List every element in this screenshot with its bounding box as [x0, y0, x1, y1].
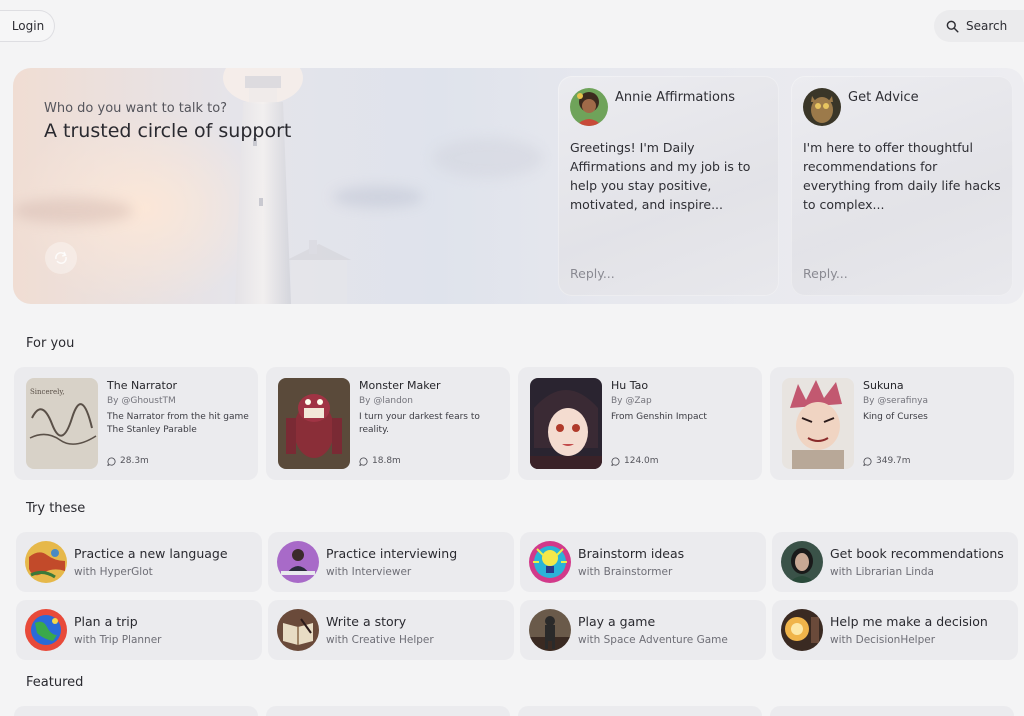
reply-input[interactable]: Reply... — [570, 266, 615, 281]
character-description: King of Curses — [863, 412, 928, 422]
tile-subtitle: with Librarian Linda — [830, 566, 934, 578]
tile-title: Brainstorm ideas — [578, 546, 685, 561]
character-card-hu-tao[interactable]: Hu Tao By @Zap From Genshin Impact 124.0… — [518, 367, 762, 480]
svg-text:Sincerely,: Sincerely, — [30, 388, 65, 396]
featured-card[interactable] — [770, 706, 1014, 716]
lightbulb-icon — [529, 541, 571, 583]
character-image — [278, 378, 350, 469]
character-name: The Narrator — [107, 379, 178, 392]
search-icon — [946, 20, 959, 33]
book-icon — [277, 609, 319, 651]
chat-name: Annie Affirmations — [615, 90, 735, 105]
search-button[interactable]: Search — [934, 10, 1024, 42]
search-label: Search — [966, 19, 1008, 33]
chat-card-get-advice[interactable]: Get Advice I'm here to offer thoughtful … — [791, 76, 1013, 296]
cloud-decoration — [433, 138, 543, 178]
chat-bubble-icon — [107, 457, 116, 466]
astronaut-icon — [529, 609, 571, 651]
earth-icon — [25, 609, 67, 651]
librarian-icon — [781, 541, 823, 583]
refresh-icon — [55, 251, 67, 264]
login-button[interactable]: Login — [0, 10, 55, 42]
character-card-sukuna[interactable]: Sukuna By @serafinya King of Curses 349.… — [770, 367, 1014, 480]
character-name: Sukuna — [863, 379, 904, 392]
character-image — [530, 378, 602, 469]
character-author: By @serafinya — [863, 396, 929, 406]
chat-count: 28.3m — [107, 456, 149, 466]
lighthouse-image — [223, 68, 351, 304]
try-tile-write-story[interactable]: Write a story with Creative Helper — [268, 600, 514, 660]
try-tile-practice-interviewing[interactable]: Practice interviewing with Interviewer — [268, 532, 514, 592]
featured-card[interactable] — [266, 706, 510, 716]
chat-count-value: 28.3m — [120, 456, 149, 466]
character-name: Hu Tao — [611, 379, 649, 392]
character-description: The Narrator from the hit game The Stanl… — [107, 412, 249, 435]
chat-count: 349.7m — [863, 456, 911, 466]
tile-title: Practice a new language — [74, 546, 228, 561]
tile-subtitle: with DecisionHelper — [830, 634, 936, 646]
try-tile-plan-trip[interactable]: Plan a trip with Trip Planner — [16, 600, 262, 660]
hero-banner: Who do you want to talk to? A trusted ci… — [13, 68, 1024, 304]
tile-title: Practice interviewing — [326, 546, 458, 561]
character-card-monster-maker[interactable]: Monster Maker By @landon I turn your dar… — [266, 367, 510, 480]
tile-title: Plan a trip — [74, 614, 138, 629]
chat-count-value: 349.7m — [876, 456, 911, 466]
try-tile-practice-language[interactable]: Practice a new language with HyperGlot — [16, 532, 262, 592]
tile-subtitle: with Creative Helper — [326, 634, 434, 646]
character-description: I turn your darkest fears to reality. — [359, 412, 480, 435]
chat-card-annie-affirmations[interactable]: Annie Affirmations Greetings! I'm Daily … — [558, 76, 779, 296]
chat-count: 124.0m — [611, 456, 659, 466]
tile-title: Get book recommendations — [830, 546, 1004, 561]
cloud-decoration — [13, 198, 133, 224]
tile-subtitle: with Interviewer — [326, 566, 412, 578]
interviewer-icon — [277, 541, 319, 583]
decision-icon — [781, 609, 823, 651]
annie-avatar — [570, 88, 608, 126]
refresh-button[interactable] — [45, 242, 77, 274]
try-tile-book-recommendations[interactable]: Get book recommendations with Librarian … — [772, 532, 1018, 592]
character-description: From Genshin Impact — [611, 412, 707, 422]
tile-subtitle: with Trip Planner — [74, 634, 162, 646]
chat-bubble-icon — [863, 457, 872, 466]
reply-input[interactable]: Reply... — [803, 266, 848, 281]
section-title-for-you: For you — [26, 336, 75, 351]
section-title-try-these: Try these — [26, 501, 86, 516]
character-author: By @GhoustTM — [107, 396, 176, 406]
globe-icon — [25, 541, 67, 583]
chat-count-value: 18.8m — [372, 456, 401, 466]
character-name: Monster Maker — [359, 379, 441, 392]
tile-subtitle: with HyperGlot — [74, 566, 153, 578]
section-title-featured: Featured — [26, 675, 84, 690]
chat-bubble-icon — [359, 457, 368, 466]
tile-title: Write a story — [326, 614, 407, 629]
character-card-the-narrator[interactable]: Sincerely, The Narrator By @GhoustTM The… — [14, 367, 258, 480]
tile-subtitle: with Space Adventure Game — [578, 634, 728, 646]
hero-title: A trusted circle of support — [44, 120, 292, 142]
chat-name: Get Advice — [848, 90, 919, 105]
character-image — [782, 378, 854, 469]
tile-title: Play a game — [578, 614, 656, 629]
featured-card[interactable] — [518, 706, 762, 716]
try-tile-brainstorm-ideas[interactable]: Brainstorm ideas with Brainstormer — [520, 532, 766, 592]
get-advice-avatar — [803, 88, 841, 126]
try-tile-make-decision[interactable]: Help me make a decision with DecisionHel… — [772, 600, 1018, 660]
tile-subtitle: with Brainstormer — [578, 566, 673, 578]
character-image: Sincerely, — [26, 378, 98, 469]
tile-title: Help me make a decision — [830, 614, 988, 629]
chat-count-value: 124.0m — [624, 456, 659, 466]
chat-count: 18.8m — [359, 456, 401, 466]
featured-card[interactable] — [14, 706, 258, 716]
character-author: By @Zap — [611, 396, 652, 406]
chat-message: Greetings! I'm Daily Affirmations and my… — [570, 140, 751, 212]
chat-bubble-icon — [611, 457, 620, 466]
chat-message: I'm here to offer thoughtful recommendat… — [803, 140, 1001, 212]
hero-subtitle: Who do you want to talk to? — [44, 101, 228, 116]
try-tile-play-game[interactable]: Play a game with Space Adventure Game — [520, 600, 766, 660]
character-author: By @landon — [359, 396, 414, 406]
